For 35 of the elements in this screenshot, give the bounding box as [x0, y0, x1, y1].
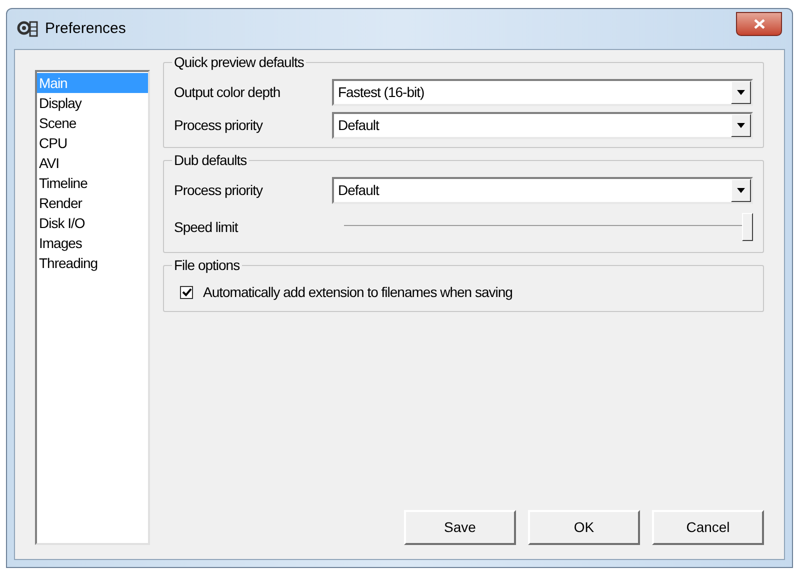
field-label: Speed limit [174, 218, 240, 237]
field-label: Output color depth [174, 83, 282, 102]
category-item[interactable]: Display [37, 93, 148, 113]
category-item[interactable]: Render [37, 193, 148, 213]
category-item[interactable]: Scene [37, 113, 148, 133]
category-item[interactable]: Timeline [37, 173, 148, 193]
dropdown-arrow-button[interactable] [731, 114, 751, 137]
slider-thumb[interactable] [742, 213, 753, 241]
category-item[interactable]: Images [37, 233, 148, 253]
checkbox[interactable] [180, 286, 193, 299]
dialog-button[interactable]: OK [528, 510, 640, 545]
dropdown[interactable]: Default [332, 112, 753, 139]
field-label: Process priority [174, 116, 264, 135]
dropdown-value: Fastest (16-bit) [337, 83, 426, 102]
dropdown-value: Default [337, 181, 380, 200]
dropdown[interactable]: Default [332, 177, 753, 204]
checkbox-label: Automatically add extension to filenames when saving [203, 283, 512, 302]
dropdown-value: Default [337, 116, 380, 135]
field-label: Process priority [174, 181, 264, 200]
dialog-button[interactable]: Save [404, 510, 516, 545]
dropdown-arrow-button[interactable] [731, 81, 751, 104]
dropdown[interactable]: Fastest (16-bit) [332, 79, 753, 106]
window-title: Preferences [45, 18, 126, 39]
dialog-button[interactable]: Cancel [652, 510, 764, 545]
caret-icon [737, 90, 745, 95]
close-icon [754, 19, 764, 29]
category-item[interactable]: Threading [37, 253, 148, 273]
category-item[interactable]: CPU [37, 133, 148, 153]
caret-icon [737, 123, 745, 128]
dropdown-arrow-button[interactable] [731, 179, 751, 202]
category-item[interactable]: AVI [37, 153, 148, 173]
caret-icon [737, 188, 745, 193]
close-button[interactable] [736, 12, 782, 36]
gears-icon [17, 19, 39, 39]
category-item[interactable]: Disk I/O [37, 213, 148, 233]
